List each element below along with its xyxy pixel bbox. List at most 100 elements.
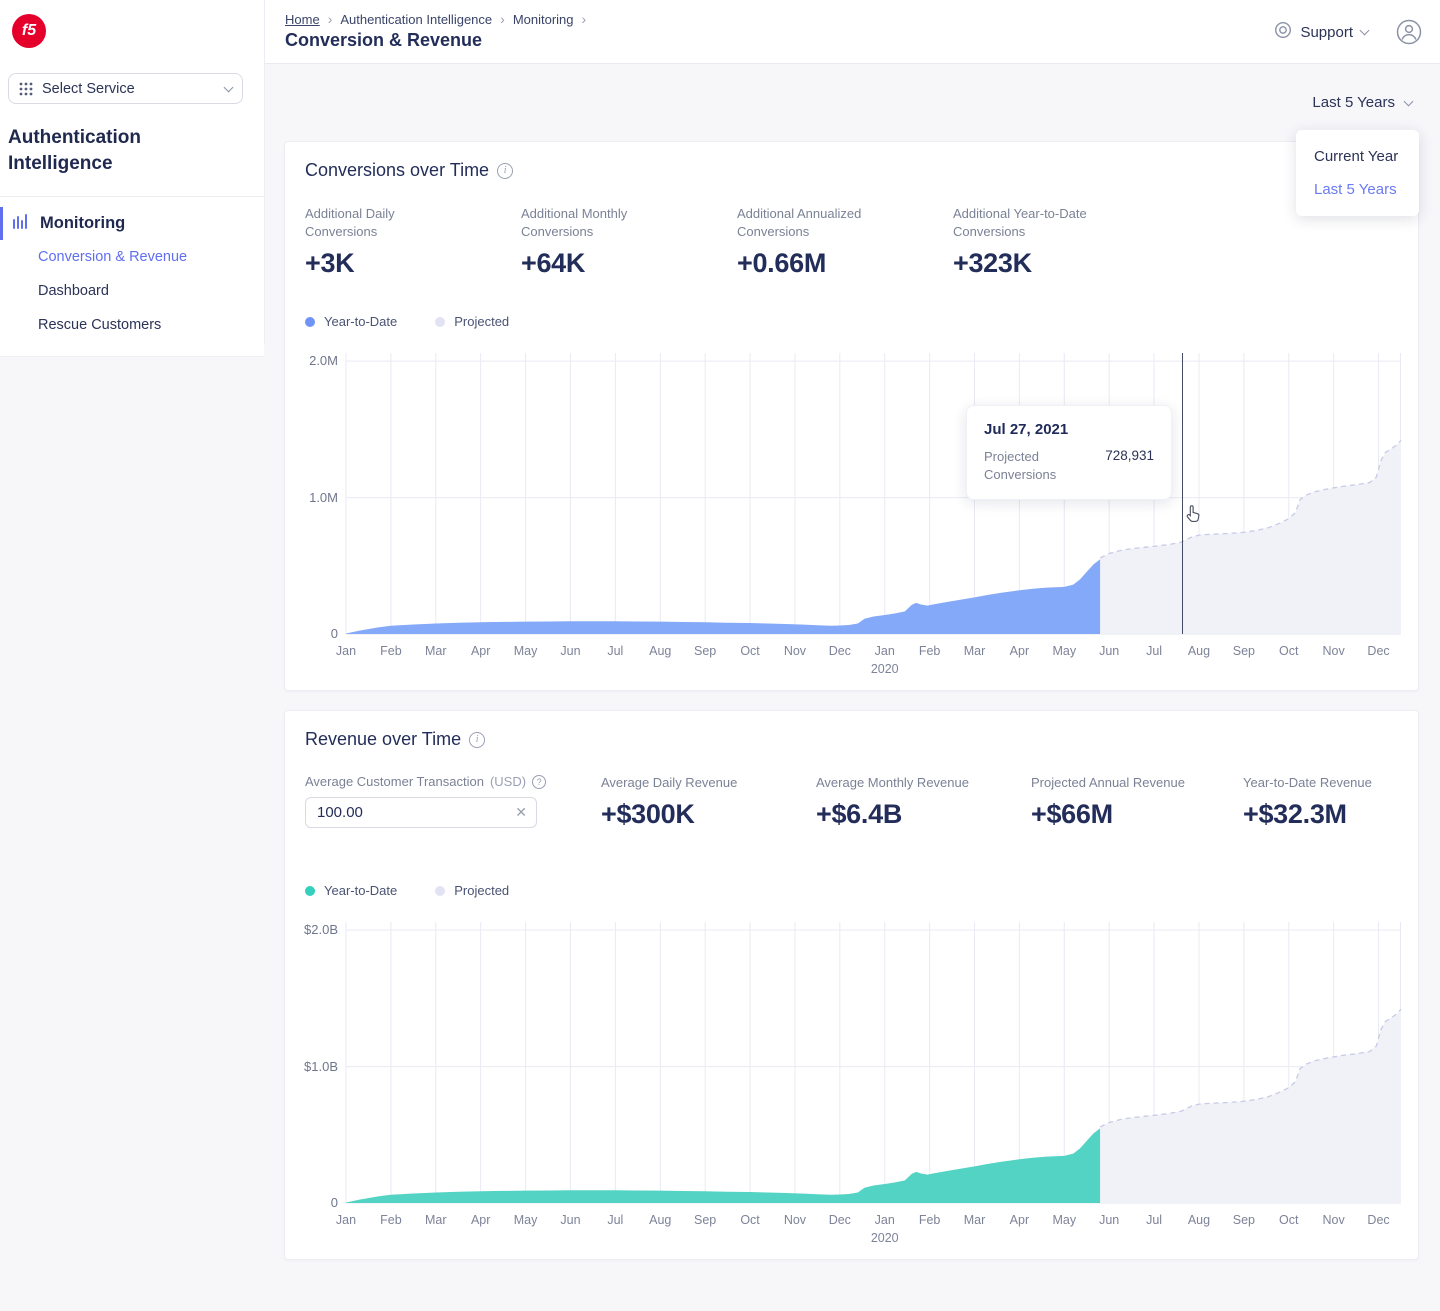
sidebar-item-dashboard[interactable]: Dashboard [38, 274, 264, 308]
acr-unit: (USD) [490, 774, 526, 789]
support-label: Support [1300, 24, 1353, 41]
x-axis-label: Apr [1010, 644, 1029, 658]
area-projected [1100, 1009, 1401, 1203]
legend-projected: Projected [435, 883, 509, 898]
stat-additional-ytd-conversions: Additional Year-to-Date Conversions +323… [953, 205, 1113, 279]
info-icon[interactable]: i [497, 163, 513, 179]
stat-additional-monthly-conversions: Additional Monthly Conversions +64K [521, 205, 681, 279]
x-axis-label: Apr [1010, 1213, 1029, 1227]
conversions-over-time-card: Conversions over Time i Additional Daily… [284, 141, 1419, 691]
sidebar-submenu: Conversion & Revenue Dashboard Rescue Cu… [0, 240, 264, 342]
menu-item-last-5-years[interactable]: Last 5 Years [1296, 173, 1419, 206]
legend-dot-projected [435, 317, 445, 327]
x-axis-year-label: 2020 [871, 1231, 899, 1245]
legend-dot-ytd [305, 886, 315, 896]
x-axis-label: Oct [1279, 1213, 1299, 1227]
clear-input-icon[interactable]: ✕ [515, 804, 527, 821]
x-axis-label: Mar [425, 644, 447, 658]
x-axis-label: Sep [694, 644, 716, 658]
grid-icon [19, 82, 33, 96]
average-transaction-input[interactable] [305, 797, 537, 828]
chart-canvas[interactable]: JanFebMarAprMayJunJulAugSepOctNovDecJanF… [346, 922, 1401, 1251]
x-axis-label: Mar [964, 1213, 986, 1227]
area-year-to-date [346, 1128, 1100, 1203]
top-header: Home › Authentication Intelligence › Mon… [265, 0, 1440, 64]
x-axis-label: Feb [919, 1213, 941, 1227]
stat-average-monthly-revenue: Average Monthly Revenue +$6.4B [816, 774, 969, 830]
stat-average-daily-revenue: Average Daily Revenue +$300K [601, 774, 737, 830]
legend-dot-ytd [305, 317, 315, 327]
sidebar-item-rescue-customers[interactable]: Rescue Customers [38, 308, 264, 342]
user-avatar[interactable] [1396, 19, 1422, 45]
stat-additional-daily-conversions: Additional Daily Conversions +3K [305, 205, 465, 279]
x-axis-label: Feb [380, 644, 402, 658]
x-axis-label: Apr [471, 1213, 490, 1227]
y-axis-label: $1.0B [285, 1059, 338, 1074]
x-axis-label: Feb [919, 644, 941, 658]
x-axis-label: Mar [425, 1213, 447, 1227]
x-axis-label: Aug [649, 1213, 671, 1227]
x-axis-label: Feb [380, 1213, 402, 1227]
x-axis-label: Jul [607, 1213, 623, 1227]
card-title: Conversions over Time [305, 160, 489, 181]
breadcrumb-home[interactable]: Home [285, 12, 320, 27]
x-axis-label: Dec [829, 644, 851, 658]
page-title: Conversion & Revenue [285, 30, 482, 51]
x-axis-label: Jul [1146, 644, 1162, 658]
chevron-down-icon [224, 82, 234, 92]
menu-item-current-year[interactable]: Current Year [1296, 140, 1419, 173]
x-axis-label: Jun [560, 1213, 580, 1227]
x-axis-label: Apr [471, 644, 490, 658]
x-axis-label: Dec [1367, 1213, 1389, 1227]
x-axis-label: Jul [1146, 1213, 1162, 1227]
sidebar-item-monitoring[interactable]: Monitoring [0, 207, 264, 240]
area-year-to-date [346, 559, 1100, 634]
select-service-dropdown[interactable]: Select Service [8, 73, 243, 104]
chart-plot-area[interactable]: JanFebMarAprMayJunJulAugSepOctNovDecJanF… [346, 353, 1401, 634]
stat-projected-annual-revenue: Projected Annual Revenue +$66M [1031, 774, 1185, 830]
y-axis-label: 0 [285, 626, 338, 641]
support-menu[interactable]: Support [1274, 21, 1368, 43]
f5-logo[interactable]: f5 [12, 14, 46, 48]
breadcrumb-separator-icon: › [582, 11, 587, 27]
x-axis-label: Sep [1233, 644, 1255, 658]
help-icon[interactable]: ? [532, 775, 546, 789]
chart-canvas[interactable]: JanFebMarAprMayJunJulAugSepOctNovDecJanF… [346, 353, 1401, 682]
x-axis-label: Jun [1099, 1213, 1119, 1227]
card-title: Revenue over Time [305, 729, 461, 750]
breadcrumb-monitoring[interactable]: Monitoring [513, 12, 574, 27]
chart-legend: Year-to-Date Projected [305, 314, 509, 329]
legend-year-to-date: Year-to-Date [305, 883, 397, 898]
breadcrumb-authentication-intelligence[interactable]: Authentication Intelligence [340, 12, 492, 27]
tooltip-series-label: Projected Conversions [984, 448, 1084, 484]
life-ring-icon [1274, 21, 1292, 43]
breadcrumb-separator-icon: › [328, 11, 333, 27]
x-axis-label: Sep [1233, 1213, 1255, 1227]
time-range-selector[interactable]: Last 5 Years [1312, 94, 1412, 111]
sidebar: f5 Select Service Authentication Intelli… [0, 0, 265, 344]
legend-year-to-date: Year-to-Date [305, 314, 397, 329]
average-customer-transaction-control: Average Customer Transaction (USD) ? ✕ [305, 774, 546, 828]
y-axis: 0$1.0B$2.0B [285, 922, 338, 1203]
sidebar-item-conversion-revenue[interactable]: Conversion & Revenue [38, 240, 264, 274]
revenue-chart: 0$1.0B$2.0B JanFebMarAprMayJunJulAugSepO… [285, 922, 1420, 1257]
breadcrumb-separator-icon: › [500, 11, 505, 27]
stat-additional-annualized-conversions: Additional Annualized Conversions +0.66M [737, 205, 897, 279]
x-axis-label: Nov [784, 1213, 807, 1227]
app-title: Authentication Intelligence [8, 125, 238, 177]
chart-plot-area[interactable]: JanFebMarAprMayJunJulAugSepOctNovDecJanF… [346, 922, 1401, 1203]
x-axis-label: Jan [336, 1213, 356, 1227]
chart-legend: Year-to-Date Projected [305, 883, 509, 898]
x-axis-label: Jan [875, 644, 895, 658]
info-icon[interactable]: i [469, 732, 485, 748]
acr-label: Average Customer Transaction [305, 774, 484, 789]
x-axis-label: Jan [875, 1213, 895, 1227]
chevron-down-icon [1404, 96, 1414, 106]
conversions-chart: 01.0M2.0M JanFebMarAprMayJunJulAugSepOct… [285, 353, 1420, 688]
x-axis-label: May [1052, 1213, 1076, 1227]
x-axis-label: Aug [649, 644, 671, 658]
x-axis-label: Oct [740, 1213, 760, 1227]
time-range-menu: Current Year Last 5 Years [1296, 130, 1419, 216]
x-axis-label: Jan [336, 644, 356, 658]
y-axis-label: 1.0M [285, 490, 338, 505]
